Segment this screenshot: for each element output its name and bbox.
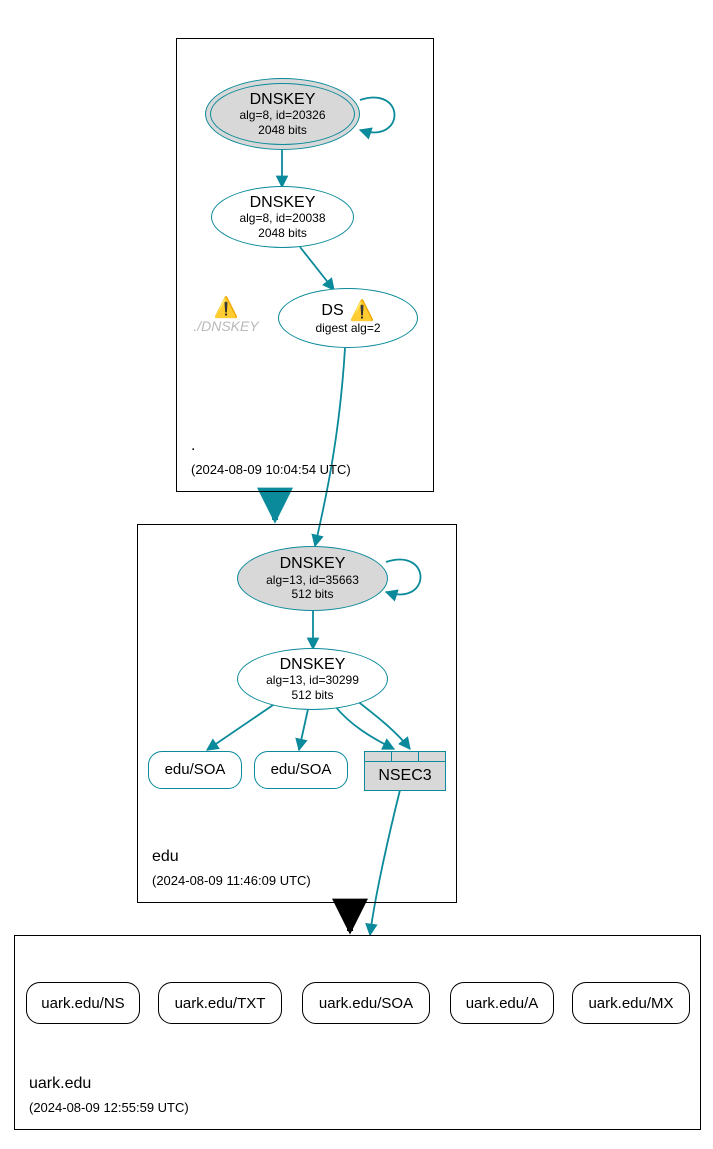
root-faded-dnskey: ⚠️ ./DNSKEY [186,298,266,334]
root-ds: DS ⚠️ digest alg=2 [278,288,418,348]
edu-soa2-label: edu/SOA [271,762,332,779]
uark-ns: uark.edu/NS [26,982,140,1024]
edu-dnskey-zsk: DNSKEY alg=13, id=30299 512 bits [237,648,388,710]
root-ksk-title: DNSKEY [250,91,316,109]
warning-icon: ⚠️ [186,298,266,318]
edu-nsec3: NSEC3 [364,751,446,791]
edu-zsk-title: DNSKEY [280,656,346,674]
uark-mx-label: uark.edu/MX [588,995,673,1012]
zone-edu-timestamp: (2024-08-09 11:46:09 UTC) [152,873,311,888]
root-dnskey-ksk: DNSKEY alg=8, id=20326 2048 bits [205,78,360,150]
zone-root-timestamp: (2024-08-09 10:04:54 UTC) [191,462,351,477]
nsec3-label: NSEC3 [378,767,431,785]
dnssec-diagram: . (2024-08-09 10:04:54 UTC) DNSKEY alg=8… [0,0,713,1149]
uark-soa-label: uark.edu/SOA [319,995,413,1012]
edu-zsk-l2: alg=13, id=30299 [266,673,359,687]
zone-uark: uark.edu (2024-08-09 12:55:59 UTC) [14,935,701,1130]
root-ksk-l3: 2048 bits [258,123,307,137]
root-ksk-l2: alg=8, id=20326 [239,108,325,122]
edu-zsk-l3: 512 bits [291,688,333,702]
edu-soa-2: edu/SOA [254,751,348,789]
root-zsk-l3: 2048 bits [258,226,307,240]
edu-soa1-label: edu/SOA [165,762,226,779]
uark-a-label: uark.edu/A [466,995,539,1012]
root-zsk-title: DNSKEY [250,194,316,212]
edu-ksk-l3: 512 bits [291,587,333,601]
zone-root-name: . [191,437,195,455]
uark-ns-label: uark.edu/NS [41,995,124,1012]
root-faded-text: ./DNSKEY [186,318,266,334]
root-zsk-l2: alg=8, id=20038 [239,211,325,225]
uark-a: uark.edu/A [450,982,554,1024]
edu-dnskey-ksk: DNSKEY alg=13, id=35663 512 bits [237,546,388,611]
uark-mx: uark.edu/MX [572,982,690,1024]
zone-uark-timestamp: (2024-08-09 12:55:59 UTC) [29,1100,189,1115]
uark-txt: uark.edu/TXT [158,982,282,1024]
uark-txt-label: uark.edu/TXT [175,995,266,1012]
edu-soa-1: edu/SOA [148,751,242,789]
root-dnskey-zsk: DNSKEY alg=8, id=20038 2048 bits [211,186,354,248]
uark-soa: uark.edu/SOA [302,982,430,1024]
zone-edu-name: edu [152,848,179,866]
zone-uark-name: uark.edu [29,1075,91,1093]
warning-icon: ⚠️ [350,301,375,321]
edu-ksk-l2: alg=13, id=35663 [266,573,359,587]
edu-ksk-title: DNSKEY [280,555,346,573]
ds-l2: digest alg=2 [315,321,380,335]
ds-title: DS [321,302,343,320]
